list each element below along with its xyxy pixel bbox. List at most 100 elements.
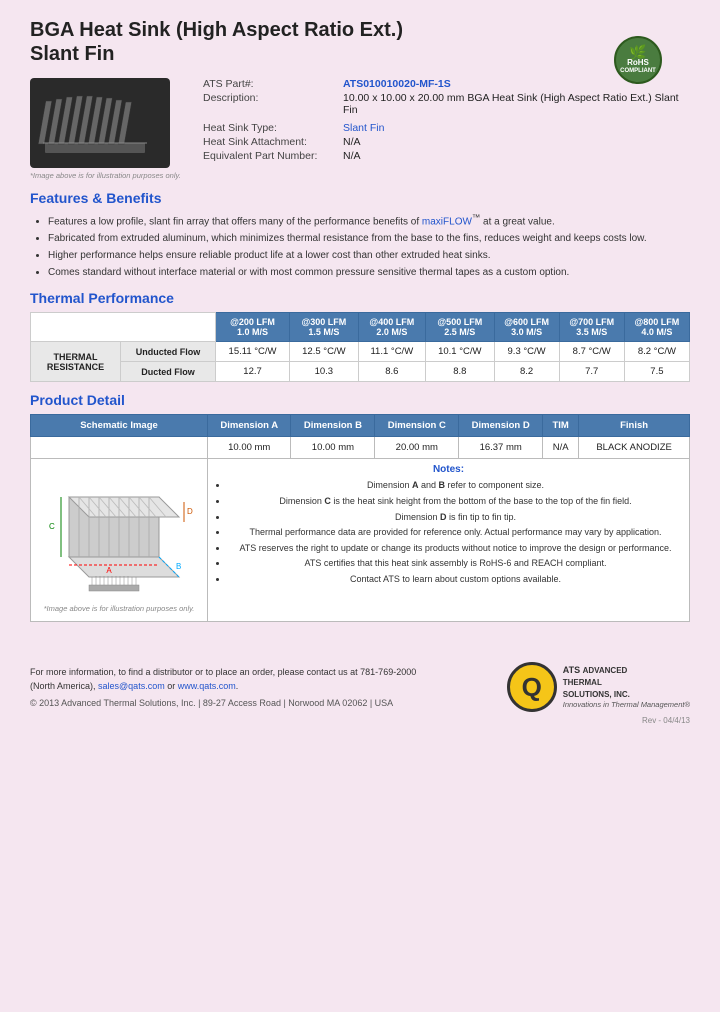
schematic-svg: A B C D	[39, 467, 199, 597]
thermal-performance-table: AIR VELOCITY @200 LFM1.0 M/S @300 LFM1.5…	[30, 312, 690, 382]
unducted-500: 10.1 °C/W	[426, 342, 494, 362]
ducted-flow-label: Ducted Flow	[121, 362, 216, 382]
type-label: Heat Sink Type:	[203, 122, 343, 134]
thermal-resistance-label: THERMAL RESISTANCE	[31, 342, 121, 382]
notes-list: Dimension A and B refer to component siz…	[228, 479, 683, 585]
info-table: ATS Part#: ATS010010020-MF-1S Descriptio…	[203, 78, 690, 164]
col-schematic: Schematic Image	[31, 415, 208, 437]
equiv-label: Equivalent Part Number:	[203, 150, 343, 162]
attach-label: Heat Sink Attachment:	[203, 136, 343, 148]
features-title: Features & Benefits	[30, 190, 690, 206]
dim-b-value: 10.00 mm	[291, 437, 375, 459]
col-800lfm: @800 LFM4.0 M/S	[624, 313, 689, 342]
col-tim: TIM	[543, 415, 579, 437]
svg-text:D: D	[187, 507, 193, 516]
finish-value: BLACK ANODIZE	[579, 437, 690, 459]
feature-item-2: Fabricated from extruded aluminum, which…	[48, 232, 690, 246]
product-detail-table: Schematic Image Dimension A Dimension B …	[30, 414, 690, 622]
col-700lfm: @700 LFM3.5 M/S	[559, 313, 624, 342]
product-image-svg	[35, 83, 165, 163]
unducted-600: 9.3 °C/W	[494, 342, 559, 362]
footer-email-link[interactable]: sales@qats.com	[98, 681, 165, 691]
feature-item-3: Higher performance helps ensure reliable…	[48, 249, 690, 263]
ats-logo: Q ATS ADVANCEDTHERMALSOLUTIONS, INC. Inn…	[507, 662, 690, 712]
ducted-800: 7.5	[624, 362, 689, 382]
tim-value: N/A	[543, 437, 579, 459]
footer-contact: For more information, to find a distribu…	[30, 666, 430, 708]
rohs-text: RoHS	[627, 59, 649, 68]
unducted-200: 15.11 °C/W	[215, 342, 289, 362]
product-detail-title: Product Detail	[30, 392, 690, 408]
rohs-badge: 🌿 RoHS COMPLIANT	[614, 36, 662, 84]
features-list: Features a low profile, slant fin array …	[48, 212, 690, 280]
col-dim-d: Dimension D	[459, 415, 543, 437]
ducted-300: 10.3	[290, 362, 358, 382]
ats-company-name: ATS ADVANCEDTHERMALSOLUTIONS, INC.	[563, 665, 690, 700]
dim-values-row	[31, 437, 208, 459]
col-200lfm: @200 LFM1.0 M/S	[215, 313, 289, 342]
svg-text:C: C	[49, 522, 55, 531]
ducted-700: 7.7	[559, 362, 624, 382]
note-2: Dimension C is the heat sink height from…	[228, 495, 683, 508]
product-image-box	[30, 78, 170, 168]
svg-text:B: B	[176, 562, 181, 571]
thermal-perf-title: Thermal Performance	[30, 290, 690, 306]
revision-note: Rev - 04/4/13	[30, 716, 690, 725]
col-400lfm: @400 LFM2.0 M/S	[358, 313, 426, 342]
unducted-700: 8.7 °C/W	[559, 342, 624, 362]
note-7: Contact ATS to learn about custom option…	[228, 573, 683, 586]
page-title: BGA Heat Sink (High Aspect Ratio Ext.) S…	[30, 18, 690, 66]
ats-tagline: Innovations in Thermal Management®	[563, 700, 690, 709]
schematic-image-cell: A B C D	[31, 459, 208, 622]
note-3: Dimension D is fin tip to fin tip.	[228, 511, 683, 524]
feature-item-1: Features a low profile, slant fin array …	[48, 212, 690, 229]
ducted-200: 12.7	[215, 362, 289, 382]
rohs-subtext: COMPLIANT	[620, 68, 656, 75]
product-image-note: *Image above is for illustration purpose…	[30, 171, 185, 180]
desc-label: Description:	[203, 92, 343, 116]
col-dim-c: Dimension C	[375, 415, 459, 437]
header-section: *Image above is for illustration purpose…	[30, 78, 690, 180]
type-value: Slant Fin	[343, 122, 384, 134]
dim-d-value: 16.37 mm	[459, 437, 543, 459]
svg-text:A: A	[106, 566, 112, 575]
col-500lfm: @500 LFM2.5 M/S	[426, 313, 494, 342]
footer-website-link[interactable]: www.qats.com	[178, 681, 236, 691]
schematic-note: *Image above is for illustration purpose…	[39, 604, 199, 613]
col-dim-b: Dimension B	[291, 415, 375, 437]
maxiflow-link[interactable]: maxiFLOW	[422, 216, 472, 227]
product-image-container: *Image above is for illustration purpose…	[30, 78, 185, 180]
ats-logo-info: ATS ADVANCEDTHERMALSOLUTIONS, INC. Innov…	[563, 665, 690, 709]
equiv-value: N/A	[343, 150, 361, 162]
footer-copyright: © 2013 Advanced Thermal Solutions, Inc. …	[30, 698, 430, 708]
note-5: ATS reserves the right to update or chan…	[228, 542, 683, 555]
ats-q-letter: Q	[522, 672, 542, 703]
rohs-leaf-icon: 🌿	[629, 45, 646, 59]
ducted-400: 8.6	[358, 362, 426, 382]
feature-item-4: Comes standard without interface materia…	[48, 266, 690, 280]
col-finish: Finish	[579, 415, 690, 437]
footer: For more information, to find a distribu…	[30, 662, 690, 725]
notes-title: Notes:	[214, 464, 683, 475]
ducted-600: 8.2	[494, 362, 559, 382]
ats-logo-circle: Q	[507, 662, 557, 712]
unducted-300: 12.5 °C/W	[290, 342, 358, 362]
part-label: ATS Part#:	[203, 78, 343, 90]
col-300lfm: @300 LFM1.5 M/S	[290, 313, 358, 342]
note-4: Thermal performance data are provided fo…	[228, 526, 683, 539]
col-dim-a: Dimension A	[208, 415, 291, 437]
footer-contact-text: For more information, to find a distribu…	[30, 666, 430, 693]
attach-value: N/A	[343, 136, 361, 148]
col-600lfm: @600 LFM3.0 M/S	[494, 313, 559, 342]
part-value: ATS010010020-MF-1S	[343, 78, 451, 90]
desc-value: 10.00 x 10.00 x 20.00 mm BGA Heat Sink (…	[343, 92, 690, 116]
notes-cell: Notes: Dimension A and B refer to compon…	[208, 459, 690, 622]
unducted-800: 8.2 °C/W	[624, 342, 689, 362]
unducted-400: 11.1 °C/W	[358, 342, 426, 362]
dim-a-value: 10.00 mm	[208, 437, 291, 459]
dim-c-value: 20.00 mm	[375, 437, 459, 459]
note-1: Dimension A and B refer to component siz…	[228, 479, 683, 492]
note-6: ATS certifies that this heat sink assemb…	[228, 557, 683, 570]
ducted-500: 8.8	[426, 362, 494, 382]
unducted-flow-label: Unducted Flow	[121, 342, 216, 362]
